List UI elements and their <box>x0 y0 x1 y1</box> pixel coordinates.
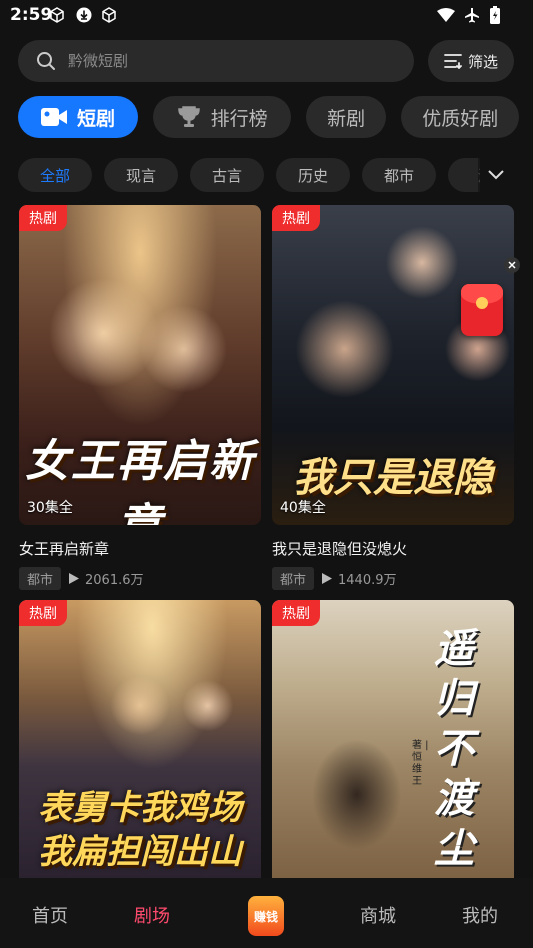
video-camera-icon <box>40 107 67 127</box>
play-icon <box>322 572 333 584</box>
drama-poster[interactable]: 热剧 女王再启新章 30集全 <box>19 205 261 525</box>
genre-chip-history[interactable]: 历史 <box>276 158 350 192</box>
tab-quality-drama[interactable]: 优质好剧 <box>401 96 520 138</box>
genre-chip-all[interactable]: 全部 <box>18 158 92 192</box>
poster-author-text: 著 | 恒维王 <box>412 740 429 787</box>
poster-title-text: 遥归不渡尘 <box>434 625 474 872</box>
drama-card[interactable]: 热剧 女王再启新章 30集全 女王再启新章 都市 2061.6万 <box>19 205 261 590</box>
genre-filter-row: 全部现言古言历史都市活 <box>18 158 480 192</box>
status-time: 2:59 <box>10 5 53 25</box>
download-icon <box>75 6 93 24</box>
genre-tag: 都市 <box>19 566 62 590</box>
category-tabs: 短剧 排行榜 新剧 优质好剧 <box>18 96 533 140</box>
earn-money-button[interactable]: 赚钱 <box>248 896 284 936</box>
drama-poster[interactable]: 热剧 我只是退隐 40集全 <box>272 205 514 525</box>
drama-poster[interactable]: 热剧 表舅卡我鸡场 我扁担闯出山 <box>19 600 261 878</box>
poster-title-line-1: 表舅卡我鸡场 <box>38 788 242 828</box>
filter-button[interactable]: 筛选 <box>428 40 514 82</box>
trophy-icon <box>177 105 201 129</box>
hot-badge: 热剧 <box>272 600 320 626</box>
hot-badge: 热剧 <box>272 205 320 231</box>
battery-icon <box>486 6 504 24</box>
search-input[interactable] <box>66 51 370 71</box>
search-icon <box>37 52 55 70</box>
genre-chip-urban[interactable]: 都市 <box>362 158 436 192</box>
earn-label: 赚钱 <box>253 909 278 924</box>
genre-tag: 都市 <box>272 566 315 590</box>
drama-card[interactable]: 热剧 我只是退隐 40集全 我只是退隐但没熄火 都市 1440.9万 <box>272 205 514 590</box>
tab-new-drama[interactable]: 新剧 <box>306 96 387 138</box>
drama-card[interactable]: 热剧 遥归不渡尘 著 | 恒维王 <box>272 600 514 878</box>
genre-chip-modern-romance[interactable]: 现言 <box>104 158 178 192</box>
status-bar: 2:59 <box>0 0 533 30</box>
drama-title[interactable]: 女王再启新章 <box>19 538 261 559</box>
play-icon <box>69 572 80 584</box>
close-icon[interactable] <box>504 257 520 273</box>
nav-theater[interactable]: 剧场 <box>134 902 170 928</box>
genre-chip-ancient-romance[interactable]: 古言 <box>190 158 264 192</box>
episode-count: 40集全 <box>280 500 326 516</box>
tab-label: 优质好剧 <box>422 107 499 130</box>
tab-ranking[interactable]: 排行榜 <box>153 96 292 138</box>
hot-badge: 热剧 <box>19 600 67 626</box>
cube-icon <box>100 6 118 24</box>
nav-home[interactable]: 首页 <box>32 902 68 928</box>
drama-title[interactable]: 我只是退隐但没熄火 <box>272 538 514 559</box>
filter-icon <box>444 54 462 69</box>
genre-expand-button[interactable] <box>478 158 514 192</box>
tab-short-drama[interactable]: 短剧 <box>18 96 138 138</box>
play-count: 1440.9万 <box>338 572 397 588</box>
nav-mall[interactable]: 商城 <box>360 902 396 928</box>
episode-count: 30集全 <box>27 500 73 516</box>
chevron-down-icon <box>488 170 504 180</box>
nav-mine[interactable]: 我的 <box>462 902 498 928</box>
cube-icon <box>48 6 66 24</box>
genre-chip-more[interactable]: 活 <box>448 158 480 192</box>
poster-title-text: 我只是退隐 <box>293 454 493 501</box>
play-count: 2061.6万 <box>85 572 144 588</box>
tab-label: 短剧 <box>76 107 115 130</box>
search-box[interactable] <box>18 40 414 82</box>
hot-badge: 热剧 <box>19 205 67 231</box>
wifi-icon <box>437 6 455 24</box>
drama-meta: 都市 2061.6万 <box>19 566 261 590</box>
tab-label: 排行榜 <box>210 107 268 130</box>
red-packet-icon[interactable] <box>461 284 503 336</box>
drama-card[interactable]: 热剧 表舅卡我鸡场 我扁担闯出山 <box>19 600 261 878</box>
search-row: 筛选 <box>18 40 515 84</box>
airplane-icon <box>463 6 481 24</box>
filter-label: 筛选 <box>467 52 498 71</box>
poster-title-line-2: 我扁担闯出山 <box>38 832 242 872</box>
tab-label: 新剧 <box>327 107 366 130</box>
drama-meta: 都市 1440.9万 <box>272 566 514 590</box>
drama-poster[interactable]: 热剧 遥归不渡尘 著 | 恒维王 <box>272 600 514 878</box>
